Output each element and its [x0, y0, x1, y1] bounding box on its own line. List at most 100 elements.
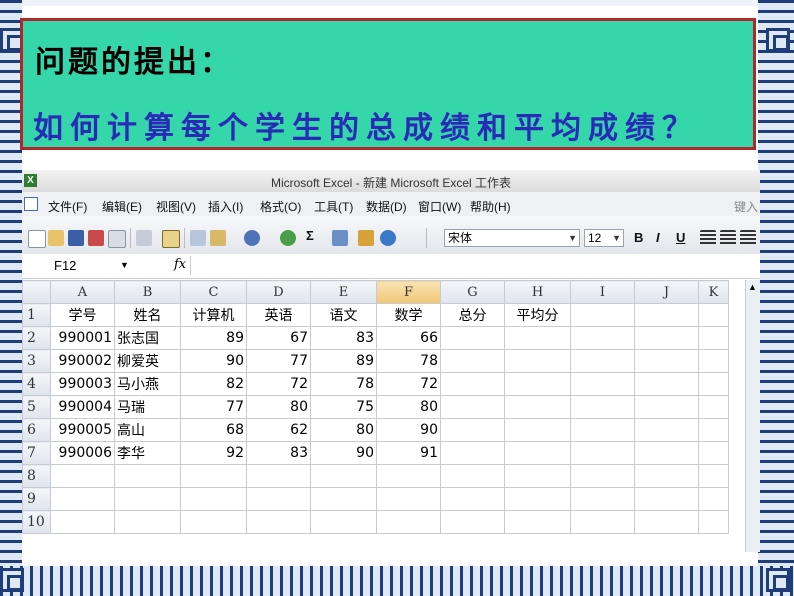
- table-cell[interactable]: [440, 418, 505, 442]
- header-cell[interactable]: [570, 303, 635, 327]
- table-cell[interactable]: 80: [376, 395, 441, 419]
- column-header[interactable]: D: [246, 280, 311, 304]
- name-box[interactable]: F12: [24, 257, 124, 275]
- table-cell[interactable]: [440, 349, 505, 373]
- table-cell[interactable]: [634, 326, 699, 350]
- paste-icon[interactable]: [210, 230, 226, 246]
- table-cell[interactable]: [570, 510, 635, 534]
- row-header[interactable]: 8: [22, 464, 51, 488]
- table-cell[interactable]: [180, 487, 247, 511]
- table-cell[interactable]: [698, 349, 729, 373]
- research-icon[interactable]: [162, 230, 180, 248]
- column-header[interactable]: J: [634, 280, 699, 304]
- table-cell[interactable]: [114, 510, 181, 534]
- table-cell[interactable]: [180, 510, 247, 534]
- row-header[interactable]: 7: [22, 441, 51, 465]
- table-cell[interactable]: [246, 464, 311, 488]
- table-cell[interactable]: 62: [246, 418, 311, 442]
- menu-window[interactable]: 窗口(W): [418, 198, 461, 215]
- table-cell[interactable]: [698, 372, 729, 396]
- table-cell[interactable]: [504, 464, 571, 488]
- align-right-icon[interactable]: [740, 230, 756, 246]
- table-cell[interactable]: [698, 487, 729, 511]
- table-cell[interactable]: [504, 441, 571, 465]
- table-cell[interactable]: [310, 510, 377, 534]
- table-cell[interactable]: [634, 441, 699, 465]
- table-cell[interactable]: 83: [246, 441, 311, 465]
- header-cell[interactable]: [634, 303, 699, 327]
- table-cell[interactable]: [440, 395, 505, 419]
- table-cell[interactable]: 柳爱英: [114, 349, 181, 373]
- header-cell[interactable]: 总分: [440, 303, 505, 327]
- table-cell[interactable]: 990003: [50, 372, 115, 396]
- table-cell[interactable]: 77: [180, 395, 247, 419]
- row-header[interactable]: 10: [22, 510, 51, 534]
- table-cell[interactable]: [376, 510, 441, 534]
- table-cell[interactable]: [634, 464, 699, 488]
- menu-format[interactable]: 格式(O): [260, 198, 301, 215]
- table-cell[interactable]: [114, 464, 181, 488]
- row-header[interactable]: 9: [22, 487, 51, 511]
- print-icon[interactable]: [108, 230, 126, 248]
- table-cell[interactable]: 75: [310, 395, 377, 419]
- table-cell[interactable]: 990002: [50, 349, 115, 373]
- header-cell[interactable]: 英语: [246, 303, 311, 327]
- align-center-icon[interactable]: [720, 230, 736, 246]
- vertical-scrollbar[interactable]: ▲: [745, 280, 760, 552]
- new-icon[interactable]: [28, 230, 46, 248]
- header-cell[interactable]: 姓名: [114, 303, 181, 327]
- font-name-select[interactable]: 宋体 ▼: [444, 229, 580, 247]
- table-cell[interactable]: [504, 372, 571, 396]
- help-search-box[interactable]: 键入: [734, 198, 758, 215]
- italic-button[interactable]: I: [656, 230, 660, 245]
- header-cell[interactable]: 学号: [50, 303, 115, 327]
- open-icon[interactable]: [48, 230, 64, 246]
- column-header-selected[interactable]: F: [376, 280, 441, 304]
- table-cell[interactable]: 78: [376, 349, 441, 373]
- menu-insert[interactable]: 插入(I): [208, 198, 243, 215]
- table-cell[interactable]: 83: [310, 326, 377, 350]
- column-header[interactable]: K: [698, 280, 729, 304]
- table-cell[interactable]: [698, 395, 729, 419]
- table-cell[interactable]: [634, 395, 699, 419]
- column-header[interactable]: G: [440, 280, 505, 304]
- table-cell[interactable]: [570, 326, 635, 350]
- table-cell[interactable]: [504, 395, 571, 419]
- table-cell[interactable]: [570, 441, 635, 465]
- table-cell[interactable]: 90: [310, 441, 377, 465]
- row-header[interactable]: 3: [22, 349, 51, 373]
- table-cell[interactable]: 92: [180, 441, 247, 465]
- table-cell[interactable]: [504, 349, 571, 373]
- table-cell[interactable]: 67: [246, 326, 311, 350]
- table-cell[interactable]: [504, 418, 571, 442]
- table-cell[interactable]: [246, 510, 311, 534]
- column-header[interactable]: I: [570, 280, 635, 304]
- undo-icon[interactable]: [244, 230, 260, 246]
- table-cell[interactable]: [698, 510, 729, 534]
- table-cell[interactable]: [634, 487, 699, 511]
- workbook-icon[interactable]: [24, 197, 38, 211]
- table-cell[interactable]: [570, 487, 635, 511]
- table-cell[interactable]: [634, 349, 699, 373]
- table-cell[interactable]: [440, 326, 505, 350]
- table-cell[interactable]: [570, 395, 635, 419]
- menu-data[interactable]: 数据(D): [366, 198, 407, 215]
- table-cell[interactable]: [376, 487, 441, 511]
- table-cell[interactable]: [440, 464, 505, 488]
- table-cell[interactable]: [310, 464, 377, 488]
- column-header[interactable]: E: [310, 280, 377, 304]
- table-cell[interactable]: 80: [310, 418, 377, 442]
- table-cell[interactable]: [698, 326, 729, 350]
- table-cell[interactable]: [570, 418, 635, 442]
- column-header[interactable]: C: [180, 280, 247, 304]
- table-cell[interactable]: [440, 441, 505, 465]
- row-header[interactable]: 6: [22, 418, 51, 442]
- header-cell[interactable]: [698, 303, 729, 327]
- chevron-down-icon[interactable]: ▼: [612, 230, 621, 246]
- table-cell[interactable]: 李华: [114, 441, 181, 465]
- table-cell[interactable]: 77: [246, 349, 311, 373]
- table-cell[interactable]: [440, 510, 505, 534]
- menu-edit[interactable]: 编辑(E): [102, 198, 142, 215]
- table-cell[interactable]: [698, 464, 729, 488]
- row-header[interactable]: 2: [22, 326, 51, 350]
